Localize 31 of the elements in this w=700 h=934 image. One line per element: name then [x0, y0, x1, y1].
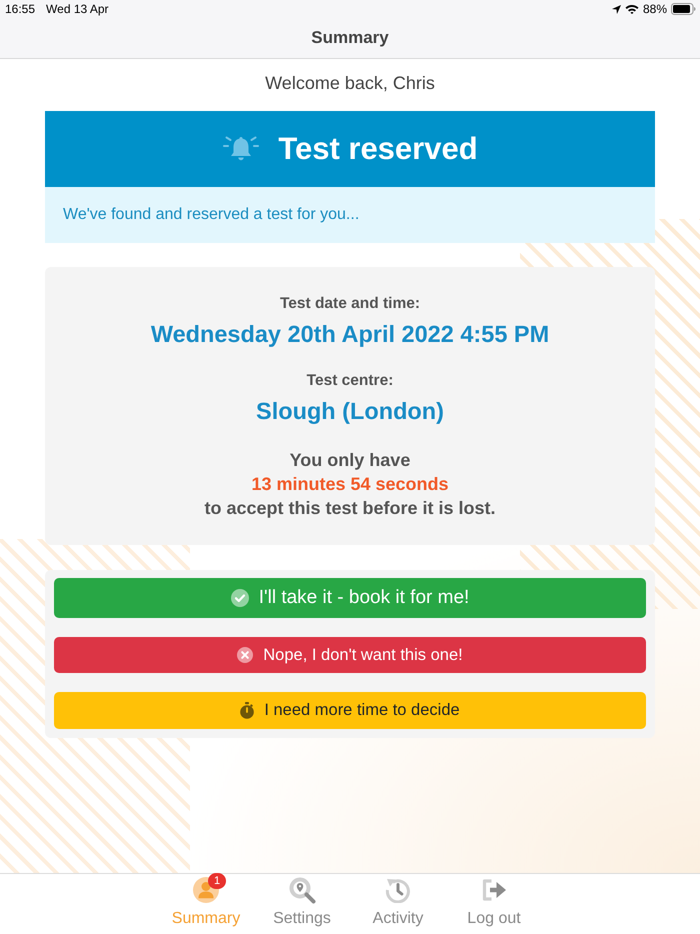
- location-arrow-icon: [612, 4, 621, 14]
- countdown-text: You only have: [290, 449, 410, 472]
- status-date: Wed 13 Apr: [46, 2, 109, 16]
- wifi-icon: [624, 4, 639, 14]
- check-circle-icon: [230, 589, 249, 607]
- alert-title: Test reserved: [278, 131, 478, 167]
- tab-bar-item[interactable]: Log out: [446, 874, 542, 934]
- detail-label: Test centre:: [306, 372, 394, 390]
- stopwatch-icon: [240, 702, 254, 719]
- time-remaining: 13 minutes 54 seconds: [251, 473, 449, 496]
- accept-button[interactable]: I'll take it - book it for me!: [54, 578, 646, 618]
- alert-message: We've found and reserved a test for you...: [45, 187, 655, 243]
- welcome-message: Welcome back, Chris: [264, 72, 436, 94]
- more-time-button[interactable]: I need more time to decide: [54, 692, 646, 729]
- search-location-icon: [288, 876, 316, 904]
- detail-label: Test date and time:: [280, 295, 420, 313]
- battery-icon: [671, 3, 696, 15]
- countdown-text: to accept this test before it is lost.: [204, 497, 496, 520]
- tab-bar-item[interactable]: Activity: [350, 874, 446, 934]
- status-time: 16:55: [5, 2, 36, 16]
- decline-button[interactable]: Nope, I don't want this one!: [54, 637, 646, 673]
- logout-icon: [481, 878, 507, 902]
- battery-percentage: 88%: [642, 2, 667, 16]
- notification-badge: 1: [208, 873, 226, 889]
- history-icon: [385, 877, 411, 903]
- x-circle-icon: [237, 647, 254, 663]
- detail-value: Slough (London): [256, 397, 444, 425]
- detail-value: Wednesday 20th April 2022 4:55 PM: [150, 320, 550, 348]
- tab-bar-item[interactable]: 1 Summary: [158, 874, 254, 934]
- navigation-title: Summary: [311, 28, 389, 48]
- tab-bar-item[interactable]: Settings: [254, 874, 350, 934]
